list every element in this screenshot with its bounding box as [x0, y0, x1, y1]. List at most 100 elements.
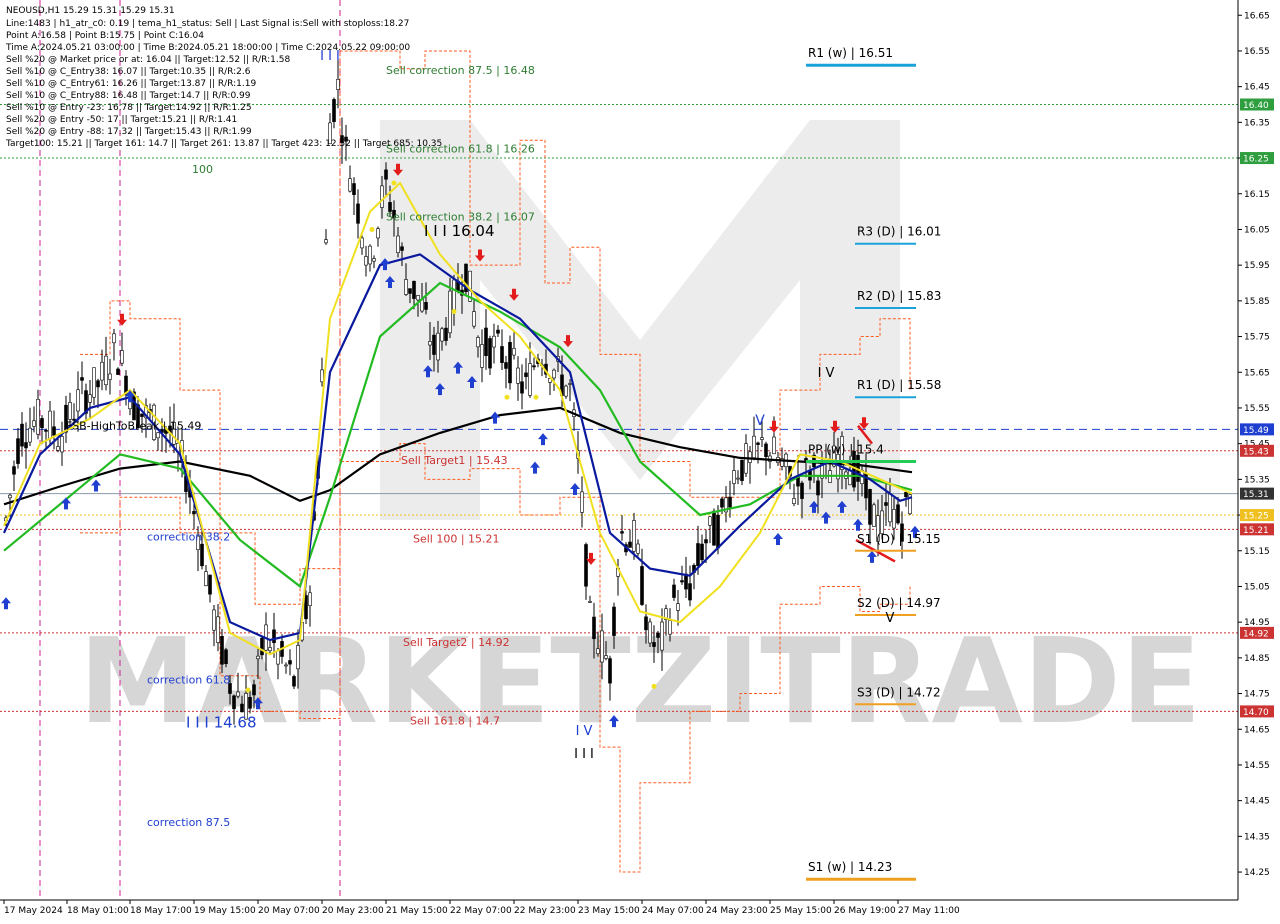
- candle-body: [352, 183, 356, 195]
- candle-body: [620, 531, 624, 534]
- price-tick-label: 15.35: [1244, 475, 1270, 485]
- candle-body: [364, 256, 368, 266]
- time-tick-label: 20 May 23:00: [322, 906, 384, 916]
- candle-body: [868, 489, 872, 525]
- candle-body: [320, 369, 324, 383]
- signal-dot: [369, 226, 375, 232]
- info-line: Point A:16.58 | Point B:15.75 | Point C:…: [6, 31, 204, 41]
- candle-body: [8, 494, 12, 499]
- candle-body: [816, 480, 820, 496]
- signal-dot: [451, 309, 457, 315]
- wave-label: V: [886, 611, 895, 626]
- candle-body: [116, 368, 120, 375]
- candle-body: [348, 178, 352, 192]
- price-tick-label: 16.15: [1244, 190, 1270, 200]
- time-tick-label: 21 May 15:00: [386, 906, 448, 916]
- candle-body: [268, 647, 272, 652]
- chart-annotation: Sell Target1 | 15.43: [401, 454, 508, 467]
- candle-body: [708, 516, 712, 526]
- candle-body: [108, 373, 112, 380]
- candle-body: [756, 442, 760, 445]
- candle-body: [112, 333, 116, 344]
- candle-body: [564, 385, 568, 397]
- candle-body: [736, 477, 740, 480]
- candle-body: [296, 645, 300, 670]
- candle-body: [872, 504, 876, 527]
- candle-body: [644, 616, 648, 631]
- time-axis-background: [0, 900, 1280, 920]
- candle-body: [740, 459, 744, 481]
- pivot-label: R2 (D) | 15.83: [857, 289, 941, 303]
- candle-body: [600, 630, 604, 663]
- candle-body: [368, 245, 372, 265]
- candle-body: [680, 580, 684, 583]
- price-tick-label: 14.55: [1244, 761, 1270, 771]
- candle-body: [436, 332, 440, 361]
- candle-body: [904, 491, 908, 498]
- chart-svg[interactable]: MARKETZITRADE R1 (w) | 16.51R3 (D) | 16.…: [0, 0, 1280, 920]
- candle-body: [612, 606, 616, 636]
- candle-body: [648, 621, 652, 644]
- candle-body: [656, 632, 660, 638]
- wave-label: I V: [576, 724, 593, 739]
- candle-body: [16, 438, 20, 464]
- time-tick-label: 20 May 07:00: [258, 906, 320, 916]
- price-tick-label: 14.75: [1244, 690, 1270, 700]
- candle-body: [396, 235, 400, 254]
- candle-body: [336, 79, 340, 90]
- candle-body: [192, 511, 196, 515]
- candle-body: [208, 574, 212, 595]
- candle-body: [424, 302, 428, 310]
- pivot-label: R1 (w) | 16.51: [808, 46, 893, 60]
- candle-body: [272, 629, 276, 644]
- candle-body: [504, 362, 508, 369]
- price-tick-label: 16.05: [1244, 225, 1270, 235]
- price-tick-label: 16.45: [1244, 83, 1270, 93]
- chart-annotation: Sell Target2 | 14.92: [403, 636, 510, 649]
- candle-body: [672, 584, 676, 598]
- candle-body: [472, 311, 476, 327]
- info-line: Line:1483 | h1_atr_c0: 0.19 | tema_h1_st…: [6, 19, 409, 29]
- candle-body: [292, 676, 296, 687]
- candle-body: [712, 510, 716, 546]
- candle-body: [432, 334, 436, 355]
- candle-body: [888, 493, 892, 523]
- price-tick-label: 16.65: [1244, 11, 1270, 21]
- candle-body: [588, 601, 592, 603]
- candle-body: [476, 337, 480, 348]
- candle-body: [508, 341, 512, 384]
- price-tick-label: 15.75: [1244, 333, 1270, 343]
- candle-body: [480, 344, 484, 368]
- candle-body: [764, 443, 768, 457]
- chart-annotation: correction 38.2: [147, 530, 230, 543]
- pivot-label: PP (w) | 15.4: [808, 443, 884, 457]
- candle-body: [676, 603, 680, 611]
- candle-body: [716, 514, 720, 549]
- candle-body: [288, 660, 292, 665]
- candle-body: [32, 420, 36, 427]
- candle-body: [232, 695, 236, 710]
- candle-body: [236, 691, 240, 697]
- candle-body: [24, 442, 28, 449]
- price-tag-label: 16.25: [1243, 155, 1269, 165]
- candle-body: [404, 279, 408, 295]
- candle-body: [792, 498, 796, 504]
- time-tick-label: 18 May 01:00: [67, 906, 129, 916]
- candle-body: [604, 655, 608, 659]
- price-tick-label: 14.85: [1244, 654, 1270, 664]
- time-tick-label: 19 May 15:00: [194, 906, 256, 916]
- candle-body: [516, 367, 520, 384]
- candle-body: [56, 446, 60, 451]
- time-tick-label: 26 May 19:00: [834, 906, 896, 916]
- candle-body: [324, 239, 328, 244]
- candle-body: [140, 413, 144, 417]
- chart-annotation: FSB-HighToBreak | 15.49: [66, 419, 201, 432]
- wave-label: I I I: [574, 747, 594, 762]
- info-line: Sell %10 @ C_Entry61: 16.26 || Target:13…: [6, 79, 256, 89]
- candle-body: [748, 451, 752, 463]
- info-line: Target100: 15.21 || Target 161: 14.7 || …: [5, 139, 442, 149]
- price-tick-label: 14.65: [1244, 725, 1270, 735]
- candle-body: [700, 543, 704, 561]
- candle-body: [52, 426, 56, 436]
- info-line: Sell %20 @ Entry -88: 17.32 || Target:15…: [6, 127, 252, 137]
